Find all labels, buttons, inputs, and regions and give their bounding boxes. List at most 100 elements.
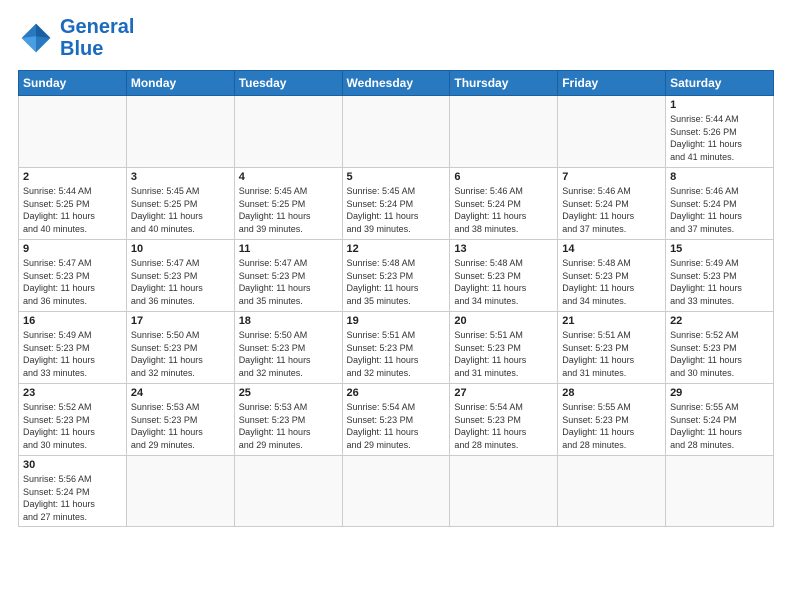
calendar-cell: 28Sunrise: 5:55 AMSunset: 5:23 PMDayligh… xyxy=(558,384,666,456)
day-number: 17 xyxy=(131,315,230,327)
day-number: 5 xyxy=(347,171,446,183)
page: General Blue SundayMondayTuesdayWednesda… xyxy=(0,0,792,537)
day-number: 20 xyxy=(454,315,553,327)
calendar-cell xyxy=(234,96,342,168)
day-number: 21 xyxy=(562,315,661,327)
week-row-6: 30Sunrise: 5:56 AMSunset: 5:24 PMDayligh… xyxy=(19,456,774,527)
day-number: 7 xyxy=(562,171,661,183)
calendar-cell: 29Sunrise: 5:55 AMSunset: 5:24 PMDayligh… xyxy=(666,384,774,456)
day-info: Sunrise: 5:45 AMSunset: 5:25 PMDaylight:… xyxy=(239,185,338,235)
day-info: Sunrise: 5:52 AMSunset: 5:23 PMDaylight:… xyxy=(23,401,122,451)
calendar-cell: 25Sunrise: 5:53 AMSunset: 5:23 PMDayligh… xyxy=(234,384,342,456)
calendar-cell: 23 Sunrise: 5:52 AMSunset: 5:23 PMDayligh… xyxy=(19,384,127,456)
logo: General Blue xyxy=(18,16,134,60)
day-info: Sunrise: 5:51 AMSunset: 5:23 PMDaylight:… xyxy=(454,329,553,379)
calendar-cell: 19 Sunrise: 5:51 AMSunset: 5:23 PMDayligh… xyxy=(342,312,450,384)
calendar-cell: 26 Sunrise: 5:54 AMSunset: 5:23 PMDayligh… xyxy=(342,384,450,456)
calendar-cell: 22 Sunrise: 5:52 AMSunset: 5:23 PMDayligh… xyxy=(666,312,774,384)
calendar-cell: 15 Sunrise: 5:49 AMSunset: 5:23 PMDayligh… xyxy=(666,240,774,312)
calendar-cell xyxy=(450,96,558,168)
day-info: Sunrise: 5:54 AMSunset: 5:23 PMDaylight:… xyxy=(454,401,553,451)
calendar-cell: 1 Sunrise: 5:44 AMSunset: 5:26 PMDaylight… xyxy=(666,96,774,168)
weekday-header-friday: Friday xyxy=(558,71,666,96)
day-number: 6 xyxy=(454,171,553,183)
weekday-header-wednesday: Wednesday xyxy=(342,71,450,96)
calendar-cell xyxy=(666,456,774,527)
day-number: 29 xyxy=(670,387,769,399)
day-number: 3 xyxy=(131,171,230,183)
day-info: Sunrise: 5:52 AMSunset: 5:23 PMDaylight:… xyxy=(670,329,769,379)
day-info: Sunrise: 5:47 AMSunset: 5:23 PMDaylight:… xyxy=(23,257,122,307)
day-number: 19 xyxy=(347,315,446,327)
day-number: 23 xyxy=(23,387,122,399)
calendar-cell: 27Sunrise: 5:54 AMSunset: 5:23 PMDayligh… xyxy=(450,384,558,456)
week-row-5: 23 Sunrise: 5:52 AMSunset: 5:23 PMDayligh… xyxy=(19,384,774,456)
day-info: Sunrise: 5:47 AMSunset: 5:23 PMDaylight:… xyxy=(131,257,230,307)
day-number: 1 xyxy=(670,99,769,111)
day-info: Sunrise: 5:46 AMSunset: 5:24 PMDaylight:… xyxy=(670,185,769,235)
calendar-cell: 13 Sunrise: 5:48 AMSunset: 5:23 PMDayligh… xyxy=(450,240,558,312)
logo-text: General Blue xyxy=(60,16,134,60)
day-info: Sunrise: 5:53 AMSunset: 5:23 PMDaylight:… xyxy=(239,401,338,451)
calendar-cell xyxy=(342,96,450,168)
calendar-cell: 18Sunrise: 5:50 AMSunset: 5:23 PMDayligh… xyxy=(234,312,342,384)
calendar-cell: 10Sunrise: 5:47 AMSunset: 5:23 PMDayligh… xyxy=(126,240,234,312)
calendar-cell: 4 Sunrise: 5:45 AMSunset: 5:25 PMDaylight… xyxy=(234,168,342,240)
day-info: Sunrise: 5:49 AMSunset: 5:23 PMDaylight:… xyxy=(670,257,769,307)
calendar-cell: 3 Sunrise: 5:45 AMSunset: 5:25 PMDaylight… xyxy=(126,168,234,240)
day-number: 13 xyxy=(454,243,553,255)
calendar-cell xyxy=(19,96,127,168)
logo-icon xyxy=(18,20,54,56)
weekday-header-thursday: Thursday xyxy=(450,71,558,96)
day-number: 22 xyxy=(670,315,769,327)
calendar-cell xyxy=(234,456,342,527)
day-info: Sunrise: 5:48 AMSunset: 5:23 PMDaylight:… xyxy=(454,257,553,307)
weekday-header-row: SundayMondayTuesdayWednesdayThursdayFrid… xyxy=(19,71,774,96)
logo-blue: Blue xyxy=(60,38,103,60)
day-info: Sunrise: 5:55 AMSunset: 5:23 PMDaylight:… xyxy=(562,401,661,451)
day-info: Sunrise: 5:45 AMSunset: 5:24 PMDaylight:… xyxy=(347,185,446,235)
calendar-cell: 21Sunrise: 5:51 AMSunset: 5:23 PMDayligh… xyxy=(558,312,666,384)
calendar-cell xyxy=(126,456,234,527)
calendar-cell: 24Sunrise: 5:53 AMSunset: 5:23 PMDayligh… xyxy=(126,384,234,456)
day-info: Sunrise: 5:51 AMSunset: 5:23 PMDaylight:… xyxy=(347,329,446,379)
weekday-header-sunday: Sunday xyxy=(19,71,127,96)
calendar-cell xyxy=(558,456,666,527)
day-number: 16 xyxy=(23,315,122,327)
week-row-2: 2 Sunrise: 5:44 AMSunset: 5:25 PMDaylight… xyxy=(19,168,774,240)
week-row-4: 16Sunrise: 5:49 AMSunset: 5:23 PMDayligh… xyxy=(19,312,774,384)
day-info: Sunrise: 5:48 AMSunset: 5:23 PMDaylight:… xyxy=(562,257,661,307)
day-info: Sunrise: 5:54 AMSunset: 5:23 PMDaylight:… xyxy=(347,401,446,451)
day-number: 4 xyxy=(239,171,338,183)
calendar-cell: 7Sunrise: 5:46 AMSunset: 5:24 PMDaylight… xyxy=(558,168,666,240)
calendar-cell: 17Sunrise: 5:50 AMSunset: 5:23 PMDayligh… xyxy=(126,312,234,384)
day-info: Sunrise: 5:47 AMSunset: 5:23 PMDaylight:… xyxy=(239,257,338,307)
calendar-cell xyxy=(126,96,234,168)
weekday-header-saturday: Saturday xyxy=(666,71,774,96)
weekday-header-monday: Monday xyxy=(126,71,234,96)
weekday-header-tuesday: Tuesday xyxy=(234,71,342,96)
day-info: Sunrise: 5:45 AMSunset: 5:25 PMDaylight:… xyxy=(131,185,230,235)
day-info: Sunrise: 5:56 AMSunset: 5:24 PMDaylight:… xyxy=(23,473,122,523)
week-row-3: 9Sunrise: 5:47 AMSunset: 5:23 PMDaylight… xyxy=(19,240,774,312)
day-info: Sunrise: 5:53 AMSunset: 5:23 PMDaylight:… xyxy=(131,401,230,451)
calendar-cell: 12Sunrise: 5:48 AMSunset: 5:23 PMDayligh… xyxy=(342,240,450,312)
day-number: 11 xyxy=(239,243,338,255)
calendar-cell xyxy=(450,456,558,527)
calendar-cell: 2 Sunrise: 5:44 AMSunset: 5:25 PMDaylight… xyxy=(19,168,127,240)
day-number: 15 xyxy=(670,243,769,255)
day-info: Sunrise: 5:44 AMSunset: 5:25 PMDaylight:… xyxy=(23,185,122,235)
calendar-cell: 14Sunrise: 5:48 AMSunset: 5:23 PMDayligh… xyxy=(558,240,666,312)
header: General Blue xyxy=(18,16,774,60)
calendar-cell: 16Sunrise: 5:49 AMSunset: 5:23 PMDayligh… xyxy=(19,312,127,384)
day-info: Sunrise: 5:44 AMSunset: 5:26 PMDaylight:… xyxy=(670,113,769,163)
logo-general: General xyxy=(60,16,134,38)
calendar-cell: 5 Sunrise: 5:45 AMSunset: 5:24 PMDaylight… xyxy=(342,168,450,240)
day-number: 2 xyxy=(23,171,122,183)
calendar-cell: 11 Sunrise: 5:47 AMSunset: 5:23 PMDayligh… xyxy=(234,240,342,312)
day-info: Sunrise: 5:50 AMSunset: 5:23 PMDaylight:… xyxy=(239,329,338,379)
day-number: 12 xyxy=(347,243,446,255)
day-number: 26 xyxy=(347,387,446,399)
calendar-cell: 30Sunrise: 5:56 AMSunset: 5:24 PMDayligh… xyxy=(19,456,127,527)
calendar-cell xyxy=(342,456,450,527)
